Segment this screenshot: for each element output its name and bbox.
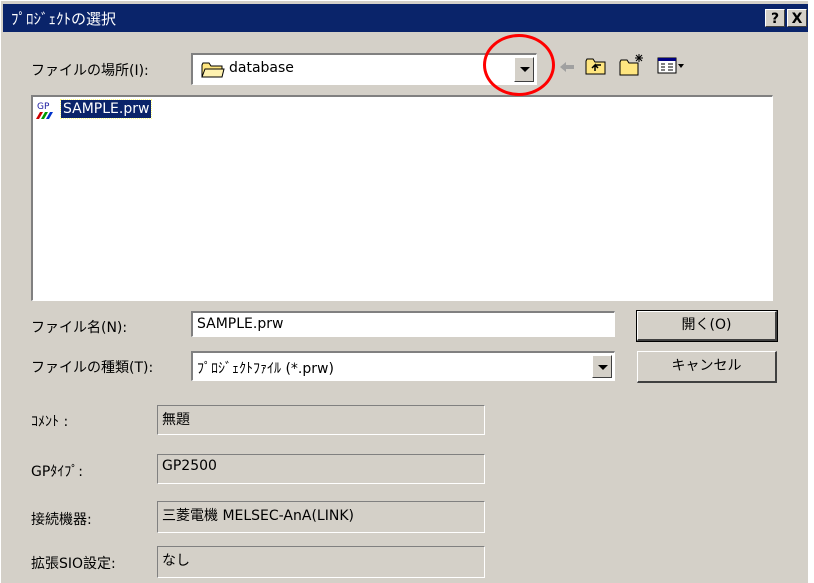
extended-sio-label: 拡張SIO設定: [31, 556, 116, 572]
cancel-button[interactable]: キャンセル [637, 351, 777, 383]
filename-label: ファイル名(N): [31, 320, 128, 336]
open-button[interactable]: 開く(O) [636, 310, 778, 342]
file-name-selected: SAMPLE.prw [59, 99, 153, 119]
annotation-circle [483, 34, 555, 96]
project-select-dialog: ﾌﾟﾛｼﾞｪｸﾄの選択 ? X ファイルの場所(I): database GP … [0, 0, 814, 583]
gp-project-file-icon: GP [35, 100, 59, 124]
folder-icon [201, 61, 225, 83]
back-arrow-icon[interactable] [558, 59, 576, 79]
connected-device-label: 接続機器: [31, 512, 92, 528]
title-bar[interactable]: ﾌﾟﾛｼﾞｪｸﾄの選択 ? X [3, 4, 809, 32]
svg-text:GP: GP [37, 102, 50, 112]
up-folder-icon[interactable] [585, 56, 607, 80]
file-list[interactable]: GP SAMPLE.prw [31, 95, 773, 301]
comment-label: ｺﾒﾝﾄ : [31, 414, 69, 430]
help-button[interactable]: ? [765, 9, 785, 27]
filetype-dropdown-arrow[interactable] [592, 355, 612, 378]
filetype-value: ﾌﾟﾛｼﾞｪｸﾄﾌｧｲﾙ (*.prw) [197, 361, 334, 377]
filename-input[interactable]: SAMPLE.prw [191, 311, 615, 337]
filetype-label: ファイルの種類(T): [31, 360, 154, 376]
gp-type-label: GPﾀｲﾌﾟ: [31, 464, 84, 480]
gp-type-field: GP2500 [157, 454, 485, 484]
view-menu-icon[interactable] [657, 57, 685, 79]
comment-field: 無題 [157, 405, 485, 435]
location-value: database [229, 60, 294, 76]
filetype-combobox[interactable]: ﾌﾟﾛｼﾞｪｸﾄﾌｧｲﾙ (*.prw) [191, 351, 615, 381]
location-label: ファイルの場所(I): [31, 63, 149, 79]
window-title: ﾌﾟﾛｼﾞｪｸﾄの選択 [11, 10, 117, 28]
close-button[interactable]: X [787, 9, 807, 27]
extended-sio-field: なし [157, 546, 485, 578]
new-folder-icon[interactable] [619, 53, 645, 81]
connected-device-field: 三菱電機 MELSEC-AnA(LINK) [157, 501, 485, 533]
filename-value: SAMPLE.prw [197, 316, 284, 332]
